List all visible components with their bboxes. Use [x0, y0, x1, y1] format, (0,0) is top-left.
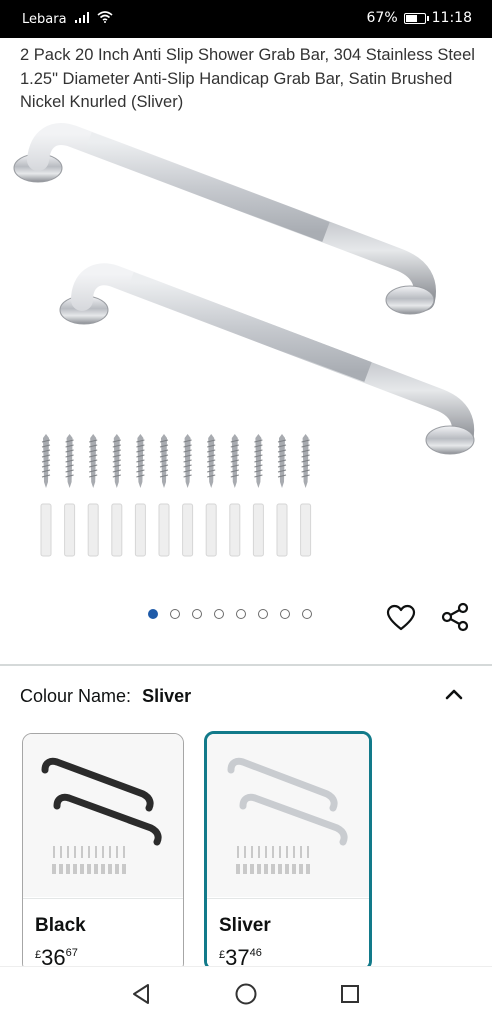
- recent-apps-icon[interactable]: [340, 984, 360, 1009]
- screw: [89, 434, 98, 488]
- wall-anchor: [87, 503, 99, 557]
- colour-name-row: Colour Name: Sliver: [20, 686, 191, 707]
- swatch-name: Sliver: [219, 915, 271, 936]
- screw: [254, 434, 263, 488]
- section-divider: [0, 664, 492, 666]
- wall-anchor: [111, 503, 123, 557]
- colour-label: Colour Name:: [20, 686, 132, 706]
- product-title: 2 Pack 20 Inch Anti Slip Shower Grab Bar…: [20, 46, 475, 111]
- screw: [207, 434, 216, 488]
- swatch-sliver[interactable]: Sliver £3746: [204, 731, 372, 971]
- wifi-icon: [97, 11, 113, 27]
- wall-anchor: [64, 503, 76, 557]
- screw: [183, 434, 192, 488]
- status-bar: Lebara 67% 11:18: [0, 0, 492, 38]
- wall-anchor: [158, 503, 170, 557]
- wall-anchor: [182, 503, 194, 557]
- carousel-dot[interactable]: [148, 609, 158, 619]
- wall-anchor: [252, 503, 264, 557]
- carousel-dot[interactable]: [214, 609, 224, 619]
- home-icon[interactable]: [234, 982, 258, 1011]
- battery-icon: [403, 12, 429, 24]
- swatch-image: [207, 734, 369, 897]
- wall-anchor: [300, 503, 312, 557]
- wall-anchor: [134, 503, 146, 557]
- wishlist-heart-icon[interactable]: [386, 604, 416, 632]
- carrier-name: Lebara: [22, 11, 67, 27]
- wall-anchor: [229, 503, 241, 557]
- screw: [41, 434, 51, 488]
- screw: [112, 434, 121, 488]
- wall-anchor: [205, 503, 217, 557]
- colour-selected: Sliver: [142, 686, 192, 706]
- screw: [301, 434, 310, 488]
- swatch-black[interactable]: Black £3667: [22, 733, 184, 973]
- swatch-image: [23, 734, 183, 897]
- carousel-dot[interactable]: [258, 609, 268, 619]
- carousel-dot[interactable]: [192, 609, 202, 619]
- screw: [136, 434, 145, 488]
- back-icon[interactable]: [130, 982, 152, 1011]
- carousel-dot[interactable]: [302, 609, 312, 619]
- carousel-dot[interactable]: [236, 609, 246, 619]
- screws: [41, 434, 310, 488]
- chevron-up-icon[interactable]: [442, 684, 466, 704]
- clock: 11:18: [431, 10, 472, 26]
- wall-anchor: [40, 503, 52, 557]
- carousel-dot[interactable]: [170, 609, 180, 619]
- signal-icon: [74, 11, 89, 27]
- product-image[interactable]: [10, 120, 482, 590]
- carousel-dots[interactable]: [148, 609, 312, 619]
- screw: [230, 434, 239, 488]
- wall-anchors: [40, 503, 312, 557]
- battery-percent: 67%: [366, 10, 398, 26]
- share-icon[interactable]: [440, 602, 470, 632]
- screw: [159, 434, 169, 488]
- screw: [277, 434, 287, 488]
- wall-anchor: [276, 503, 288, 557]
- carousel-dot[interactable]: [280, 609, 290, 619]
- swatch-name: Black: [35, 915, 86, 936]
- screw: [65, 434, 74, 488]
